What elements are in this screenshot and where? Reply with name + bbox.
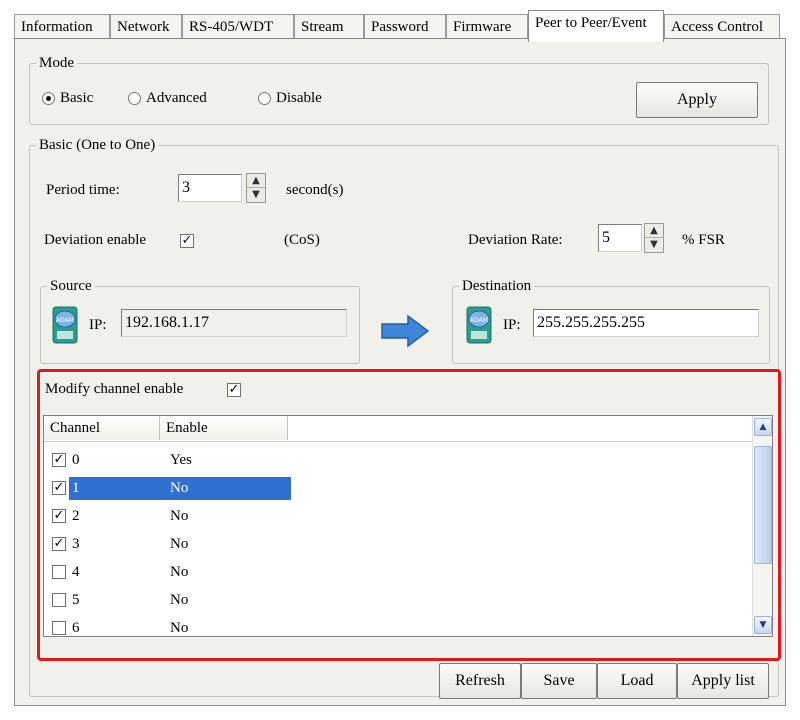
tab-access-control[interactable]: Access Control — [664, 14, 780, 40]
column-header-enable[interactable]: Enable — [160, 416, 288, 440]
tab-password[interactable]: Password — [364, 14, 446, 40]
source-ip-field — [121, 309, 347, 337]
channel-row[interactable]: 6 No — [44, 614, 744, 636]
destination-ip-label: IP: — [503, 317, 521, 333]
mode-basic-radio[interactable] — [42, 92, 55, 105]
mode-group: Mode Basic Advanced Disable Apply — [29, 53, 769, 125]
channel-checkbox[interactable]: ✓ — [52, 481, 66, 495]
period-time-input[interactable] — [178, 174, 242, 202]
svg-text:ADAM: ADAM — [56, 317, 74, 324]
tab-label: RS-405/WDT — [189, 19, 274, 35]
modify-channel-label: Modify channel enable — [45, 381, 184, 397]
save-button[interactable]: Save — [521, 663, 597, 699]
channel-row[interactable]: ✓ 0 Yes — [44, 446, 744, 474]
spin-up-icon[interactable]: ▲ — [247, 174, 265, 188]
source-group: Source ADAM IP: — [40, 276, 360, 364]
deviation-rate-unit: % FSR — [682, 232, 725, 248]
mode-disable-label: Disable — [276, 90, 322, 106]
deviation-enable-checkbox[interactable]: ✓ — [180, 234, 194, 248]
scroll-thumb[interactable] — [754, 446, 772, 564]
spin-down-icon[interactable]: ▼ — [247, 188, 265, 202]
tab-label: Network — [117, 19, 170, 35]
period-time-label: Period time: — [46, 182, 120, 198]
spin-up-icon[interactable]: ▲ — [645, 224, 663, 238]
tab-label: Stream — [301, 19, 344, 35]
tab-panel: Mode Basic Advanced Disable Apply Basic … — [14, 38, 786, 706]
load-button[interactable]: Load — [597, 663, 677, 699]
destination-group: Destination ADAM IP: — [452, 276, 770, 364]
column-header-channel[interactable]: Channel — [44, 416, 160, 440]
channel-list[interactable]: Channel Enable ✓ 0 Yes ✓ 1 No ✓ 2 No ✓ 3… — [43, 415, 773, 637]
mode-advanced-label: Advanced — [146, 90, 207, 106]
tab-stream[interactable]: Stream — [294, 14, 364, 40]
channel-enable-value: No — [170, 508, 189, 524]
mode-basic-label: Basic — [60, 90, 94, 106]
tab-label: Password — [371, 19, 429, 35]
scroll-down-icon[interactable]: ▼ — [754, 616, 772, 634]
spin-down-icon[interactable]: ▼ — [645, 238, 663, 252]
source-legend: Source — [47, 276, 95, 296]
device-icon: ADAM — [52, 306, 78, 344]
channel-number: 4 — [72, 564, 80, 580]
channel-number: 0 — [72, 452, 80, 468]
tab-label: Access Control — [671, 19, 764, 35]
svg-text:ADAM: ADAM — [470, 317, 488, 324]
tab-peer-to-peer-event[interactable]: Peer to Peer/Event — [528, 10, 664, 42]
destination-ip-input[interactable] — [533, 309, 759, 337]
refresh-button[interactable]: Refresh — [439, 663, 521, 699]
channel-row[interactable]: 4 No — [44, 558, 744, 586]
tab-network[interactable]: Network — [110, 14, 182, 40]
deviation-rate-label: Deviation Rate: — [468, 232, 563, 248]
channel-number: 2 — [72, 508, 80, 524]
channel-number: 3 — [72, 536, 80, 552]
cos-label: (CoS) — [284, 232, 320, 248]
period-unit-label: second(s) — [286, 182, 344, 198]
tab-rs405-wdt[interactable]: RS-405/WDT — [182, 14, 294, 40]
source-ip-label: IP: — [89, 317, 107, 333]
mode-legend: Mode — [36, 53, 77, 73]
list-header: Channel Enable — [44, 416, 772, 442]
channel-checkbox[interactable]: ✓ — [52, 453, 66, 467]
vertical-scrollbar[interactable]: ▲ ▼ — [752, 416, 772, 636]
channel-enable-value: No — [170, 620, 189, 636]
tab-firmware[interactable]: Firmware — [446, 14, 528, 40]
channel-enable-value: No — [170, 480, 189, 496]
basic-legend: Basic (One to One) — [36, 135, 159, 155]
channel-number: 6 — [72, 620, 80, 636]
channel-checkbox[interactable]: ✓ — [52, 509, 66, 523]
channel-row-selected[interactable]: ✓ 1 No — [44, 474, 744, 502]
channel-enable-value: No — [170, 564, 189, 580]
device-icon: ADAM — [466, 306, 492, 344]
channel-checkbox[interactable] — [52, 565, 66, 579]
channel-enable-value: No — [170, 592, 189, 608]
arrow-right-icon — [381, 314, 430, 348]
period-time-spinner[interactable]: ▲ ▼ — [246, 173, 266, 203]
channel-checkbox[interactable] — [52, 593, 66, 607]
channel-enable-value: Yes — [170, 452, 192, 468]
apply-list-button[interactable]: Apply list — [677, 663, 769, 699]
channel-row[interactable]: ✓ 2 No — [44, 502, 744, 530]
tab-label: Information — [21, 19, 93, 35]
channel-number: 1 — [72, 480, 80, 496]
deviation-rate-input[interactable] — [598, 224, 642, 252]
modify-channel-checkbox[interactable]: ✓ — [227, 383, 241, 397]
channel-row[interactable]: 5 No — [44, 586, 744, 614]
deviation-rate-spinner[interactable]: ▲ ▼ — [644, 223, 664, 253]
apply-button[interactable]: Apply — [636, 82, 758, 118]
tab-label: Peer to Peer/Event — [535, 15, 647, 31]
mode-advanced-radio[interactable] — [128, 92, 141, 105]
channel-row[interactable]: ✓ 3 No — [44, 530, 744, 558]
tab-label: Firmware — [453, 19, 512, 35]
deviation-enable-label: Deviation enable — [44, 232, 147, 248]
channel-checkbox[interactable]: ✓ — [52, 537, 66, 551]
channel-number: 5 — [72, 592, 80, 608]
destination-legend: Destination — [459, 276, 535, 296]
scroll-up-icon[interactable]: ▲ — [754, 418, 772, 436]
channel-enable-value: No — [170, 536, 189, 552]
mode-disable-radio[interactable] — [258, 92, 271, 105]
tab-information[interactable]: Information — [14, 14, 110, 40]
channel-checkbox[interactable] — [52, 621, 66, 635]
tab-bar: Information Network RS-405/WDT Stream Pa… — [14, 10, 786, 42]
